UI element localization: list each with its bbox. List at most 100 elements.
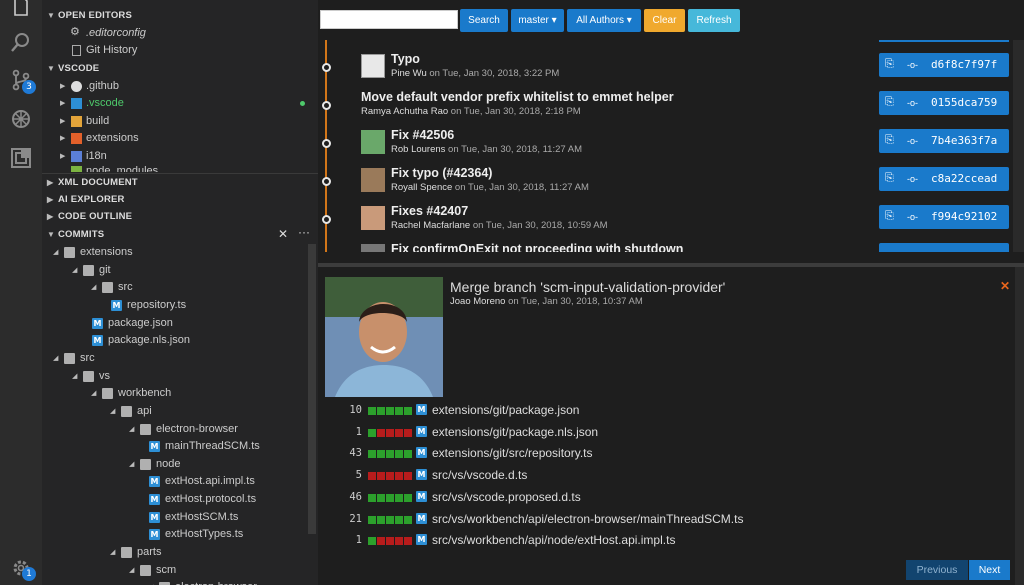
diffstat-added-block bbox=[386, 493, 394, 502]
clear-button[interactable]: Clear bbox=[644, 9, 685, 32]
diffstat-added-block bbox=[377, 407, 385, 415]
tree-file[interactable]: Mpackage.json bbox=[42, 315, 318, 333]
copy-sha-button[interactable]: ⎘ -o-c8a22ccead bbox=[879, 167, 1009, 191]
xml-document-header[interactable]: ▶ XML DOCUMENT bbox=[42, 174, 318, 192]
tree-file[interactable]: MextHostTypes.ts bbox=[42, 526, 318, 544]
open-editors-header[interactable]: ▼ OPEN EDITORS bbox=[42, 7, 318, 25]
tree-scrollbar[interactable] bbox=[308, 244, 316, 534]
diffstat-added-block bbox=[395, 515, 403, 524]
avatar bbox=[361, 130, 385, 154]
tree-folder[interactable]: ◢ scm bbox=[42, 562, 318, 580]
tree-folder[interactable]: ◢ src bbox=[42, 350, 318, 368]
tree-file[interactable]: Mpackage.nls.json bbox=[42, 332, 318, 350]
file-path[interactable]: extensions/git/package.nls.json bbox=[432, 425, 598, 439]
diffstat-added-block bbox=[377, 493, 385, 502]
changed-file-row[interactable]: 1 Mextensions/git/package.nls.json bbox=[318, 422, 1018, 443]
file-path[interactable]: src/vs/vscode.d.ts bbox=[432, 468, 527, 482]
tree-folder[interactable]: ◢electron-browser bbox=[42, 579, 318, 585]
tree-folder[interactable]: ◢ workbench bbox=[42, 385, 318, 403]
changed-file-row[interactable]: 46 Msrc/vs/vscode.proposed.d.ts bbox=[318, 487, 1018, 508]
tree-folder[interactable]: ◢ vs bbox=[42, 368, 318, 386]
folder-icon bbox=[102, 282, 113, 294]
diffstat-removed-block bbox=[386, 428, 394, 437]
change-count: 1 bbox=[355, 534, 362, 547]
commit-row[interactable]: Fix typo (#42364) Royall Spence on Tue, J… bbox=[361, 164, 1011, 198]
commits-header[interactable]: ▼ COMMITS bbox=[42, 226, 318, 244]
file-path[interactable]: src/vs/workbench/api/node/extHost.api.im… bbox=[432, 533, 675, 547]
search-input[interactable] bbox=[320, 10, 458, 29]
refresh-button[interactable]: Refresh bbox=[688, 9, 740, 32]
tree-folder[interactable]: ◢ node bbox=[42, 456, 318, 474]
extensions-icon[interactable] bbox=[9, 146, 33, 170]
tree-folder[interactable]: ◢ api bbox=[42, 403, 318, 421]
files-icon[interactable] bbox=[9, 0, 33, 18]
chevron-down-icon: ◢ bbox=[72, 372, 78, 380]
tree-folder[interactable]: ◢ src bbox=[42, 279, 318, 297]
file-path[interactable]: src/vs/workbench/api/electron-browser/ma… bbox=[432, 512, 743, 526]
next-button[interactable]: Next bbox=[969, 560, 1010, 580]
tree-file[interactable]: MextHost.api.impl.ts bbox=[42, 473, 318, 491]
vscode-folder-header[interactable]: ▼ VSCODE bbox=[42, 60, 318, 78]
commit-row[interactable]: Move default vendor prefix whitelist to … bbox=[361, 88, 1011, 122]
tree-item-github[interactable]: ▶ .github bbox=[42, 78, 318, 96]
tree-folder[interactable]: ◢ git bbox=[42, 262, 318, 280]
commit-row[interactable]: Fix confirmOnExit not proceeding with sh… bbox=[361, 240, 1011, 252]
changed-file-row[interactable]: 43 Mextensions/git/src/repository.ts bbox=[318, 443, 1018, 464]
commit-list-scrollbar[interactable] bbox=[1013, 40, 1024, 252]
copy-sha-button[interactable]: ⎘ -o- 0155dca759 bbox=[879, 91, 1009, 115]
commit-title: Fixes #42407 bbox=[391, 204, 469, 218]
tree-item-build[interactable]: ▶ build bbox=[42, 113, 318, 131]
tree-file[interactable]: MextHostSCM.ts bbox=[42, 509, 318, 527]
file-path[interactable]: extensions/git/package.json bbox=[432, 403, 579, 417]
tree-item-extensions[interactable]: ▶ extensions bbox=[42, 130, 318, 148]
tree-folder[interactable]: ◢electron-browser bbox=[42, 421, 318, 439]
commit-row[interactable]: Typo Pine Wu on Tue, Jan 30, 2018, 3:22 P… bbox=[361, 50, 1011, 84]
copy-sha-button[interactable]: ⎘ -o-d6f8c7f97f bbox=[879, 53, 1009, 77]
changed-file-row[interactable]: 5 Msrc/vs/vscode.d.ts bbox=[318, 465, 1018, 486]
open-editor-item[interactable]: Git History bbox=[42, 42, 318, 60]
tree-file[interactable]: MmainThreadSCM.ts bbox=[42, 438, 318, 456]
chevron-down-icon: ◢ bbox=[129, 425, 135, 433]
changed-file-row[interactable]: 1 Msrc/vs/workbench/api/node/extHost.api.… bbox=[318, 530, 1018, 551]
copy-sha-button[interactable]: ⎘ -o- 7b4e363f7a bbox=[879, 129, 1009, 153]
authors-dropdown[interactable]: All Authors ▾ bbox=[567, 9, 641, 32]
code-outline-header[interactable]: ▶ CODE OUTLINE bbox=[42, 208, 318, 226]
tree-item-node-modules[interactable]: node_modules bbox=[42, 163, 318, 172]
debug-icon[interactable] bbox=[9, 107, 33, 131]
activity-bar: 3 1 bbox=[0, 0, 42, 585]
modified-file-icon: M bbox=[416, 447, 427, 459]
search-icon[interactable] bbox=[9, 30, 33, 54]
tree-folder[interactable]: ◢ extensions bbox=[42, 244, 318, 262]
copy-sha-button[interactable] bbox=[879, 243, 1009, 252]
tree-file[interactable]: Mrepository.ts bbox=[42, 297, 318, 315]
file-path[interactable]: extensions/git/src/repository.ts bbox=[432, 446, 593, 460]
diffstat-added-block bbox=[404, 450, 412, 459]
clipboard-icon: ⎘ bbox=[885, 58, 894, 70]
diffstat-bars bbox=[368, 515, 413, 524]
commit-row[interactable]: Fix #42506 Rob Lourens on Tue, Jan 30, 20… bbox=[361, 126, 1011, 160]
tree-folder[interactable]: ◢ parts bbox=[42, 544, 318, 562]
changed-file-row[interactable]: 21 Msrc/vs/workbench/api/electron-browser… bbox=[318, 509, 1018, 530]
more-actions-icon[interactable]: ··· bbox=[298, 225, 310, 239]
copy-sha-button[interactable]: ⎘ -o-f994c92102 bbox=[879, 205, 1009, 229]
chevron-down-icon: ◢ bbox=[72, 266, 78, 274]
open-editor-item[interactable]: ⚙ .editorconfig bbox=[42, 25, 318, 43]
close-icon[interactable]: ✕ bbox=[1000, 279, 1010, 293]
folder-icon bbox=[121, 405, 132, 417]
diffstat-removed-block bbox=[395, 428, 403, 437]
close-icon[interactable]: ✕ bbox=[278, 227, 288, 241]
modified-file-icon: M bbox=[92, 317, 103, 329]
commit-row[interactable]: Fixes #42407 Rachel Macfarlane on Tue, Ja… bbox=[361, 202, 1011, 236]
diffstat-bars bbox=[368, 472, 413, 481]
branch-dropdown[interactable]: master ▾ bbox=[511, 9, 564, 32]
details-scrollbar[interactable] bbox=[1015, 267, 1024, 585]
tree-file[interactable]: MextHost.protocol.ts bbox=[42, 491, 318, 509]
modified-file-icon: M bbox=[149, 441, 160, 453]
commit-title: Typo bbox=[391, 52, 420, 66]
tree-item-vscode[interactable]: ▶ .vscode bbox=[42, 95, 318, 113]
search-button[interactable]: Search bbox=[460, 9, 508, 32]
file-path[interactable]: src/vs/vscode.proposed.d.ts bbox=[432, 490, 581, 504]
previous-button[interactable]: Previous bbox=[906, 560, 968, 580]
ai-explorer-header[interactable]: ▶ AI EXPLORER bbox=[42, 191, 318, 209]
changed-file-row[interactable]: 10 Mextensions/git/package.json bbox=[318, 400, 1018, 421]
